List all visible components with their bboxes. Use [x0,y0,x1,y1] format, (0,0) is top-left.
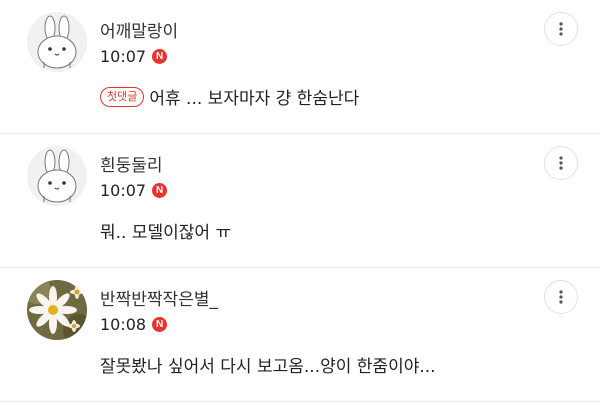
more-vertical-icon [559,156,563,170]
avatar[interactable] [27,12,87,72]
comment-item: 어깨말랑이 10:07 N 첫댓글 어휴 ... 보자마자 걍 한숨난다 [0,0,600,134]
avatar[interactable] [27,146,87,206]
comment-text: 뭐.. 모델이잖어 ㅠ [100,223,232,243]
comment-author[interactable]: 어깨말랑이 [100,17,178,42]
comment-meta: 10:08 N [100,315,168,334]
comment-author[interactable]: 흰둥둘리 [100,151,163,176]
comment-item: 흰둥둘리 10:07 N 뭐.. 모델이잖어 ㅠ [0,134,600,268]
more-options-button[interactable] [544,12,578,46]
rabbit-avatar-icon [27,12,87,72]
avatar[interactable] [27,280,87,340]
comment-author[interactable]: 반짝반짝작은별_ [100,285,218,310]
daisy-photo-icon [27,280,87,340]
new-badge: N [152,183,168,198]
more-options-button[interactable] [544,146,578,180]
comment-text: 어휴 ... 보자마자 걍 한숨난다 [149,89,360,109]
comment-time: 10:07 [100,181,147,200]
new-badge: N [152,317,168,332]
comment-text: 잘못봤나 싶어서 다시 보고옴...양이 한줌이야... [100,357,436,377]
new-badge: N [152,49,168,64]
more-options-button[interactable] [544,280,578,314]
comment-content: 잘못봤나 싶어서 다시 보고옴...양이 한줌이야... [100,352,436,377]
comment-time: 10:08 [100,315,147,334]
comment-content: 첫댓글 어휴 ... 보자마자 걍 한숨난다 [100,84,359,109]
comment-time: 10:07 [100,47,147,66]
comment-item: 반짝반짝작은별_ 10:08 N 잘못봤나 싶어서 다시 보고옴...양이 한줌… [0,268,600,402]
rabbit-avatar-icon [27,146,87,206]
comment-content: 뭐.. 모델이잖어 ㅠ [100,218,231,243]
more-vertical-icon [559,22,563,36]
first-comment-badge: 첫댓글 [100,86,145,107]
more-vertical-icon [559,290,563,304]
comment-meta: 10:07 N [100,47,168,66]
comment-meta: 10:07 N [100,181,168,200]
